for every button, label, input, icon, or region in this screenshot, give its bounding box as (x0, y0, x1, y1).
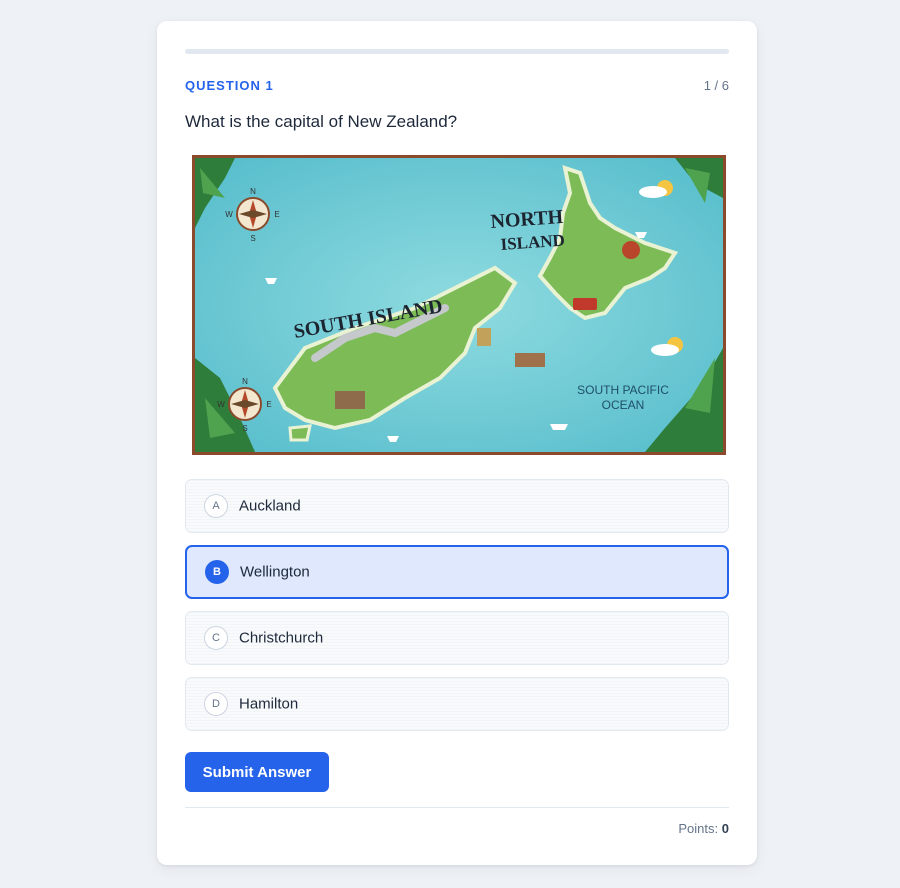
option-a[interactable]: A Auckland (185, 479, 729, 533)
question-counter: 1 / 6 (703, 78, 729, 93)
svg-text:N: N (250, 187, 256, 196)
option-b[interactable]: B Wellington (185, 545, 729, 599)
points-label: Points: (678, 821, 719, 836)
option-letter: C (204, 626, 228, 650)
option-c[interactable]: C Christchurch (185, 611, 729, 665)
svg-text:S: S (242, 424, 247, 433)
option-letter: A (204, 494, 228, 518)
quiz-card: QUESTION 1 1 / 6 What is the capital of … (157, 21, 757, 865)
points-value: 0 (721, 821, 729, 836)
option-letter: D (204, 692, 228, 716)
ocean-label: SOUTH PACIFIC (577, 383, 669, 397)
svg-text:E: E (266, 400, 271, 409)
svg-text:S: S (250, 234, 255, 243)
question-text: What is the capital of New Zealand? (185, 112, 458, 131)
new-zealand-map-image: N E S W N E S W NORTH ISLAND SOUTH ISLAN… (192, 155, 726, 455)
svg-text:W: W (225, 210, 233, 219)
option-letter: B (205, 560, 229, 584)
ocean-label: OCEAN (602, 398, 645, 412)
divider (185, 807, 729, 808)
question-label: QUESTION 1 (185, 78, 274, 93)
progress-bar (185, 49, 729, 54)
option-d[interactable]: D Hamilton (185, 677, 729, 731)
option-text: Hamilton (239, 695, 299, 713)
option-text: Christchurch (239, 629, 324, 647)
option-text: Wellington (240, 563, 310, 581)
submit-answer-button[interactable]: Submit Answer (185, 752, 329, 792)
svg-text:E: E (274, 210, 279, 219)
svg-text:N: N (242, 377, 248, 386)
points-display: Points: 0 (678, 821, 729, 836)
option-text: Auckland (239, 497, 301, 515)
svg-text:W: W (217, 400, 225, 409)
